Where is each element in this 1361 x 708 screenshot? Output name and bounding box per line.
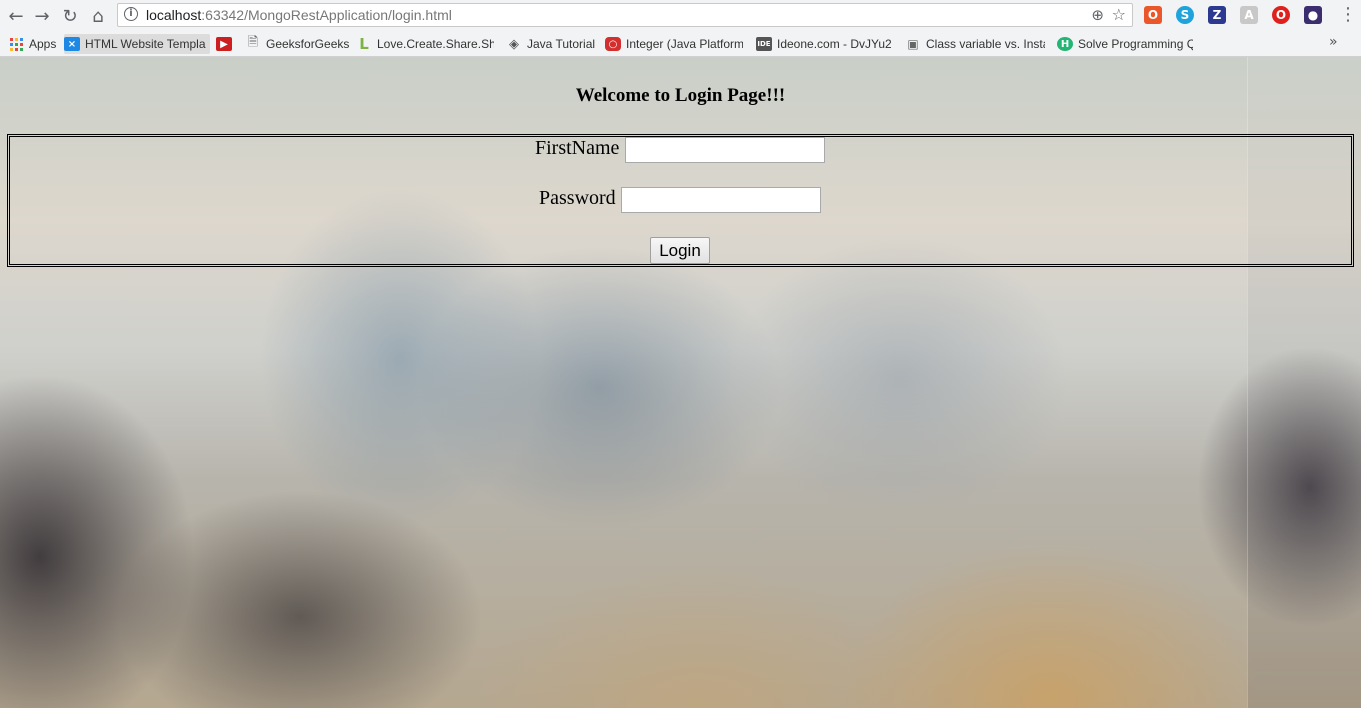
oracle-icon: ○ <box>605 37 621 51</box>
youtube-icon: ▶ <box>216 37 232 51</box>
opera-extension-icon[interactable]: O <box>1272 6 1290 24</box>
user-extension-icon[interactable]: ● <box>1304 6 1322 24</box>
home-icon[interactable]: ⌂ <box>86 4 110 28</box>
bookmark-class-variable[interactable]: ▣ Class variable vs. Insta <box>905 34 1045 54</box>
password-label: Password <box>539 187 616 209</box>
l-logo-icon: L <box>359 35 369 53</box>
pdf-extension-icon[interactable]: A <box>1240 6 1258 24</box>
laptop-icon: ▣ <box>907 37 919 51</box>
firstname-input[interactable] <box>625 137 825 163</box>
bookmarks-overflow-icon[interactable]: » <box>1329 34 1338 50</box>
office-extension-icon[interactable]: O <box>1144 6 1162 24</box>
info-icon[interactable]: i <box>124 7 138 21</box>
apps-grid-icon <box>8 37 24 51</box>
java-diamond-icon: ◈ <box>509 36 519 52</box>
zotero-extension-icon[interactable]: Z <box>1208 6 1226 24</box>
password-input[interactable] <box>621 187 821 213</box>
bookmark-apps[interactable]: Apps <box>8 34 58 54</box>
reload-icon[interactable]: ↻ <box>58 4 82 28</box>
login-button[interactable]: Login <box>650 237 710 264</box>
forward-arrow-icon[interactable]: → <box>30 4 54 28</box>
address-url[interactable]: localhost:63342/MongoRestApplication/log… <box>146 7 452 23</box>
bookmark-geeksforgeeks[interactable]: 🗎 GeeksforGeeks <box>245 34 349 54</box>
bookmark-star-icon[interactable]: ☆ <box>1112 5 1126 24</box>
ideone-icon: IDE <box>756 37 772 51</box>
html-templates-icon: × <box>64 37 80 51</box>
hackerearth-icon: H <box>1057 37 1073 51</box>
bookmarks-bar: Apps × HTML Website Templa ▶ 🗎 GeeksforG… <box>0 31 1361 57</box>
bookmark-youtube[interactable]: ▶ <box>216 34 238 54</box>
skype-extension-icon[interactable]: S <box>1176 6 1194 24</box>
zoom-icon[interactable]: ⊕ <box>1091 6 1104 24</box>
bookmark-integer-java[interactable]: ○ Integer (Java Platform <box>605 34 743 54</box>
address-bar[interactable]: i localhost:63342/MongoRestApplication/l… <box>117 3 1133 27</box>
more-menu-icon[interactable]: ⋮ <box>1339 4 1357 26</box>
browser-toolbar: ← → ↻ ⌂ i localhost:63342/MongoRestAppli… <box>0 0 1361 31</box>
page-viewport: Welcome to Login Page!!! FirstName Passw… <box>0 57 1361 708</box>
bookmark-ideone[interactable]: IDE Ideone.com - DvJYu2 <box>756 34 891 54</box>
page-icon: 🗎 <box>247 35 259 50</box>
bookmark-html-templates[interactable]: × HTML Website Templa <box>64 34 210 54</box>
bookmark-java-tutorial[interactable]: ◈ Java Tutorial <box>506 34 598 54</box>
back-arrow-icon[interactable]: ← <box>4 4 28 28</box>
firstname-label: FirstName <box>535 137 620 159</box>
bookmark-love-create-share[interactable]: L Love.Create.Share.Sho <box>356 34 494 54</box>
bookmark-solve-programming[interactable]: H Solve Programming Q <box>1057 34 1193 54</box>
page-title: Welcome to Login Page!!! <box>575 85 786 106</box>
